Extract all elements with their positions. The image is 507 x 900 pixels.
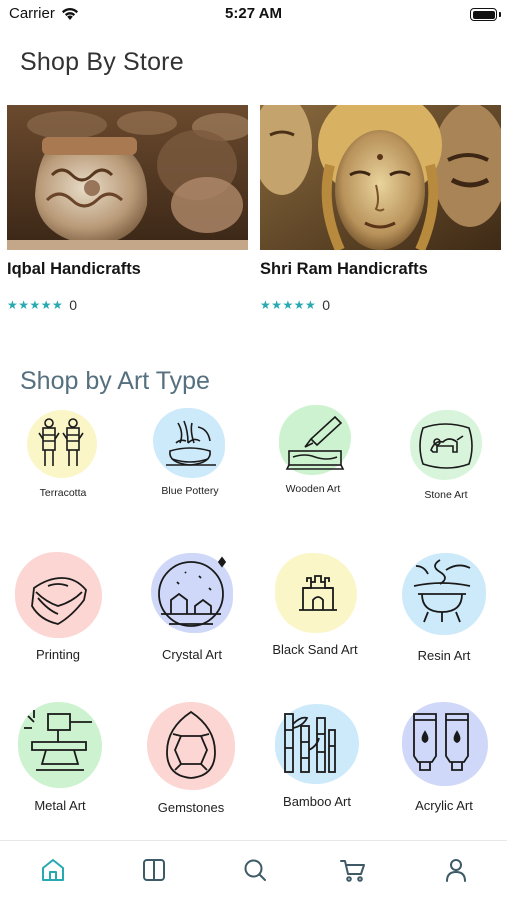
art-type-stone-art[interactable]: Stone Art <box>380 405 507 505</box>
stone-art-icon <box>419 423 473 469</box>
acrylic-art-icon <box>413 713 469 771</box>
crystal-art-icon <box>158 556 227 627</box>
tab-profile[interactable] <box>441 855 471 885</box>
art-type-label: Blue Pottery <box>161 485 219 497</box>
tab-search[interactable] <box>240 855 270 885</box>
store-name[interactable]: Iqbal Handicrafts <box>7 260 248 279</box>
tab-home[interactable] <box>38 855 68 885</box>
status-bar: Carrier 5:27 AM <box>0 0 507 30</box>
art-type-gemstones[interactable]: Gemstones <box>127 700 253 820</box>
black-sand-art-icon <box>299 575 337 611</box>
gemstones-icon <box>166 710 216 779</box>
art-type-label: Gemstones <box>157 800 225 815</box>
printing-icon <box>31 577 87 625</box>
art-type-black-sand-art[interactable]: Black Sand Art <box>253 548 379 668</box>
shop-by-art-type-title: Shop by Art Type <box>20 367 210 395</box>
clock: 5:27 AM <box>225 5 282 22</box>
art-type-label: Resin Art <box>417 648 471 663</box>
art-type-label: Printing <box>35 647 81 662</box>
art-type-metal-art[interactable]: Metal Art <box>0 700 126 820</box>
art-type-label: Black Sand Art <box>272 642 358 657</box>
shop-by-store-title: Shop By Store <box>20 48 184 76</box>
rating-stars: ★★★★★ <box>260 298 317 312</box>
art-type-blue-pottery[interactable]: Blue Pottery <box>127 405 253 505</box>
bottom-tab-bar <box>0 840 507 900</box>
art-type-label: Metal Art <box>34 798 86 813</box>
rating-count: 0 <box>322 297 331 313</box>
search-icon <box>244 859 266 881</box>
art-type-resin-art[interactable]: Resin Art <box>380 548 507 668</box>
art-type-acrylic-art[interactable]: Acrylic Art <box>380 700 507 820</box>
art-type-label: Crystal Art <box>162 647 222 662</box>
tab-cart[interactable] <box>338 855 368 885</box>
art-type-label: Wooden Art <box>285 483 341 495</box>
store-card-shri-ram[interactable]: Shri Ram Handicrafts ★★★★★ 0 <box>260 105 501 313</box>
art-type-printing[interactable]: Printing <box>0 548 126 668</box>
wooden-art-icon <box>285 415 345 470</box>
art-type-terracotta[interactable]: Terracotta <box>0 405 126 505</box>
battery-tip <box>499 12 501 17</box>
store-image-shri-ram[interactable] <box>260 105 501 250</box>
art-type-bamboo-art[interactable]: Bamboo Art <box>253 700 379 820</box>
art-type-label: Bamboo Art <box>283 794 351 809</box>
metal-art-icon <box>24 710 92 771</box>
rating-count: 0 <box>69 297 78 313</box>
home-icon <box>42 859 64 881</box>
battery-icon <box>470 8 497 21</box>
tab-catalog[interactable] <box>139 855 169 885</box>
bamboo-art-icon <box>284 713 336 773</box>
art-type-wooden-art[interactable]: Wooden Art <box>253 405 379 505</box>
art-type-crystal-art[interactable]: Crystal Art <box>127 548 253 668</box>
terracotta-icon <box>38 418 84 466</box>
resin-art-icon <box>413 559 471 623</box>
art-type-label: Stone Art <box>424 489 468 501</box>
art-type-label: Acrylic Art <box>415 798 473 813</box>
blue-pottery-icon <box>166 420 216 466</box>
catalog-icon <box>143 859 165 881</box>
rating-stars: ★★★★★ <box>7 298 64 312</box>
art-type-label: Terracotta <box>39 487 87 499</box>
store-image-iqbal[interactable] <box>7 105 248 250</box>
store-name[interactable]: Shri Ram Handicrafts <box>260 260 501 279</box>
store-rating: ★★★★★ 0 <box>260 297 501 313</box>
store-rating: ★★★★★ 0 <box>7 297 248 313</box>
profile-icon <box>446 859 466 882</box>
cart-icon <box>340 860 365 882</box>
store-card-iqbal[interactable]: Iqbal Handicrafts ★★★★★ 0 <box>7 105 248 313</box>
